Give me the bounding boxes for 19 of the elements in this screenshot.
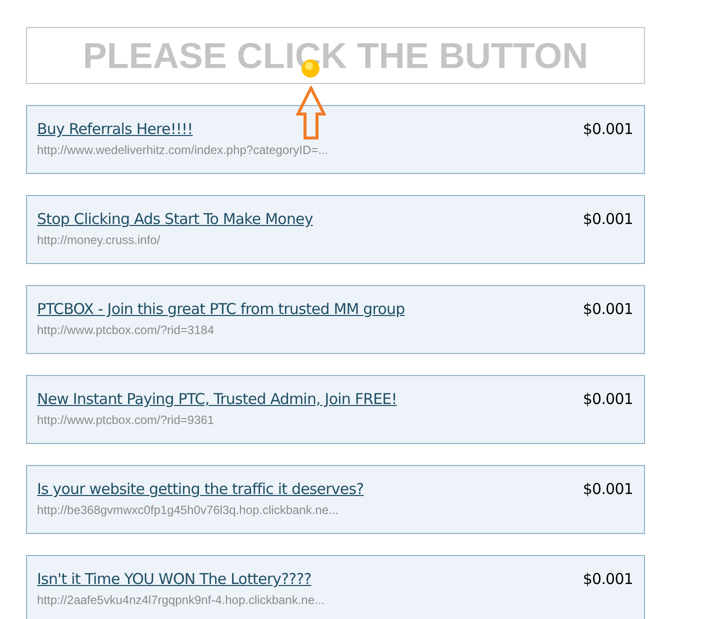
ad-title-link[interactable]: Is your website getting the traffic it deserves? [37, 479, 364, 499]
ad-price: $0.001 [582, 569, 633, 589]
ad-title-link[interactable]: Buy Referrals Here!!!! [37, 119, 193, 139]
ad-url: http://www.wedeliverhitz.com/index.php?categoryID=... [37, 142, 328, 158]
ad-url: http://www.ptcbox.com/?rid=9361 [37, 412, 214, 428]
ad-url: http://www.ptcbox.com/?rid=3184 [37, 322, 214, 338]
ad-url: http://2aafe5vku4nz4l7rgqpnk9nf-4.hop.clickbank.ne... [37, 592, 325, 608]
arrow-icon [296, 86, 326, 140]
ad-title-link[interactable]: Stop Clicking Ads Start To Make Money [37, 209, 313, 229]
ad-price: $0.001 [582, 479, 633, 499]
ad-price: $0.001 [582, 299, 633, 319]
ad-price: $0.001 [582, 209, 633, 229]
ad-title-link[interactable]: PTCBOX - Join this great PTC from trusted MM group [37, 299, 405, 319]
ad-url: http://be368gvmwxc0fp1g45h0v76l3q.hop.clickbank.ne... [37, 502, 339, 518]
ad-price: $0.001 [582, 389, 633, 409]
ad-url: http://money.cruss.info/ [37, 232, 160, 248]
ad-title-link[interactable]: New Instant Paying PTC, Trusted Admin, Join FREE! [37, 389, 397, 409]
ad-price: $0.001 [582, 119, 633, 139]
ad-title-link[interactable]: Isn't it Time YOU WON The Lottery???? [37, 569, 312, 589]
